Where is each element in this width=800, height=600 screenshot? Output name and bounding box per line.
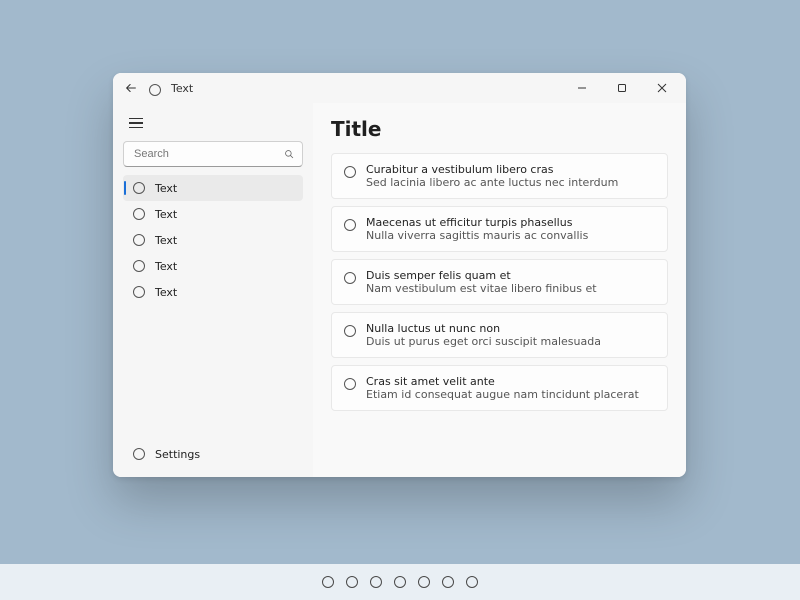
search-input[interactable] — [132, 147, 278, 161]
nav-item-icon — [133, 208, 145, 220]
pager-dot[interactable] — [394, 576, 406, 588]
card-icon — [344, 272, 356, 284]
nav-item-label: Text — [155, 260, 177, 273]
card-text: Duis semper felis quam etNam vestibulum … — [366, 269, 597, 295]
nav-item-label: Text — [155, 182, 177, 195]
menu-button[interactable] — [123, 111, 151, 135]
card-icon — [344, 325, 356, 337]
back-button[interactable] — [121, 78, 141, 98]
nav-item-label: Text — [155, 286, 177, 299]
nav-item[interactable]: Text — [123, 279, 303, 305]
card-subtitle: Nulla viverra sagittis mauris ac convall… — [366, 229, 588, 242]
card-icon — [344, 378, 356, 390]
page-title: Title — [331, 117, 668, 141]
card[interactable]: Nulla luctus ut nunc nonDuis ut purus eg… — [331, 312, 668, 358]
pager-dot[interactable] — [442, 576, 454, 588]
titlebar: Text — [113, 73, 686, 103]
nav-item[interactable]: Text — [123, 201, 303, 227]
sidebar: Text Text Text Text Text Settings — [113, 103, 313, 477]
window-title: Text — [171, 82, 193, 95]
pager-dot[interactable] — [418, 576, 430, 588]
card-subtitle: Nam vestibulum est vitae libero finibus … — [366, 282, 597, 295]
card-text: Maecenas ut efficitur turpis phasellusNu… — [366, 216, 588, 242]
maximize-button[interactable] — [602, 73, 642, 103]
card-title: Cras sit amet velit ante — [366, 375, 639, 388]
card-icon — [344, 219, 356, 231]
minimize-button[interactable] — [562, 73, 602, 103]
card-title: Curabitur a vestibulum libero cras — [366, 163, 618, 176]
pager-dot[interactable] — [322, 576, 334, 588]
card-title: Maecenas ut efficitur turpis phasellus — [366, 216, 588, 229]
card[interactable]: Cras sit amet velit anteEtiam id consequ… — [331, 365, 668, 411]
settings-label: Settings — [155, 448, 200, 461]
nav-item-icon — [133, 182, 145, 194]
card-text: Cras sit amet velit anteEtiam id consequ… — [366, 375, 639, 401]
nav-item-label: Text — [155, 208, 177, 221]
app-icon — [149, 81, 163, 95]
card[interactable]: Duis semper felis quam etNam vestibulum … — [331, 259, 668, 305]
nav-item[interactable]: Text — [123, 227, 303, 253]
nav-list: Text Text Text Text Text — [123, 175, 303, 305]
nav-item[interactable]: Text — [123, 175, 303, 201]
nav-item-icon — [133, 286, 145, 298]
settings-item[interactable]: Settings — [123, 441, 303, 467]
nav-item-label: Text — [155, 234, 177, 247]
card-subtitle: Sed lacinia libero ac ante luctus nec in… — [366, 176, 618, 189]
pager-dot[interactable] — [466, 576, 478, 588]
card-subtitle: Etiam id consequat augue nam tincidunt p… — [366, 388, 639, 401]
card-list: Curabitur a vestibulum libero crasSed la… — [331, 153, 668, 411]
settings-icon — [133, 448, 145, 460]
pager — [0, 564, 800, 600]
pager-dot[interactable] — [370, 576, 382, 588]
card-title: Duis semper felis quam et — [366, 269, 597, 282]
search-icon — [284, 148, 294, 160]
card-text: Curabitur a vestibulum libero crasSed la… — [366, 163, 618, 189]
search-field[interactable] — [123, 141, 303, 167]
card-title: Nulla luctus ut nunc non — [366, 322, 601, 335]
card-subtitle: Duis ut purus eget orci suscipit malesua… — [366, 335, 601, 348]
app-window: Text Text Text Text Text Text Settings — [113, 73, 686, 477]
card[interactable]: Curabitur a vestibulum libero crasSed la… — [331, 153, 668, 199]
content-area: Title Curabitur a vestibulum libero cras… — [313, 103, 686, 477]
nav-item-icon — [133, 234, 145, 246]
pager-dot[interactable] — [346, 576, 358, 588]
nav-item[interactable]: Text — [123, 253, 303, 279]
nav-item-icon — [133, 260, 145, 272]
card-text: Nulla luctus ut nunc nonDuis ut purus eg… — [366, 322, 601, 348]
card-icon — [344, 166, 356, 178]
close-button[interactable] — [642, 73, 682, 103]
card[interactable]: Maecenas ut efficitur turpis phasellusNu… — [331, 206, 668, 252]
